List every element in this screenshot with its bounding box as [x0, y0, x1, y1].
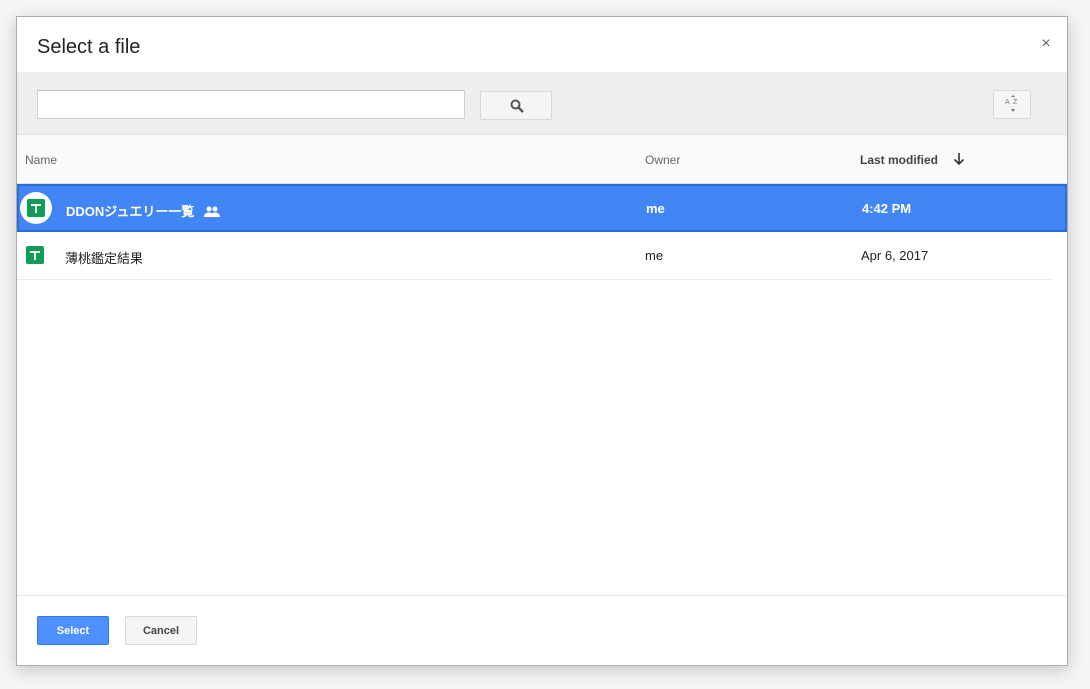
close-icon[interactable]: ×: [1037, 34, 1055, 54]
file-last-modified: Apr 6, 2017: [861, 248, 929, 263]
file-list: DDONジュエリー一覧 me 4:42 PM 薄桃鑑定結果 me Apr 6, …: [17, 184, 1067, 280]
dialog-title: Select a file: [37, 36, 141, 58]
file-owner: me: [646, 201, 665, 216]
search-input[interactable]: [37, 90, 465, 119]
shared-people-icon: [204, 206, 220, 217]
file-picker-dialog: Select a file × A Z Name Owner Last modi…: [16, 16, 1068, 666]
search-toolbar: A Z: [17, 72, 1067, 135]
column-header-name[interactable]: Name: [25, 153, 57, 167]
arrow-down-icon[interactable]: [952, 151, 966, 167]
search-icon: [510, 99, 524, 113]
file-last-modified: 4:42 PM: [862, 201, 912, 216]
sheets-icon: [26, 246, 44, 264]
sort-az-icon: A Z: [1005, 95, 1018, 112]
file-name-text: DDONジュエリー一覧: [66, 204, 195, 219]
table-header: Name Owner Last modified: [17, 135, 1067, 184]
file-owner: me: [645, 248, 664, 263]
file-name: 薄桃鑑定結果: [65, 248, 143, 267]
svg-text:A: A: [1005, 99, 1010, 106]
file-name-text: 薄桃鑑定結果: [65, 251, 144, 266]
column-header-owner[interactable]: Owner: [645, 153, 680, 167]
cancel-button[interactable]: Cancel: [125, 616, 197, 645]
table-row[interactable]: 薄桃鑑定結果 me Apr 6, 2017: [17, 232, 1053, 280]
table-row[interactable]: DDONジュエリー一覧 me 4:42 PM: [17, 184, 1067, 232]
dialog-footer: Select Cancel: [17, 595, 1067, 665]
file-name: DDONジュエリー一覧: [66, 201, 220, 220]
file-icon-container: [19, 239, 51, 271]
sort-az-button[interactable]: A Z: [993, 90, 1031, 119]
select-button[interactable]: Select: [37, 616, 109, 645]
file-icon-container: [20, 192, 52, 224]
search-button[interactable]: [480, 91, 552, 120]
column-header-last-modified[interactable]: Last modified: [860, 153, 938, 167]
svg-text:Z: Z: [1013, 99, 1018, 106]
sheets-icon: [27, 199, 45, 217]
dialog-titlebar: Select a file ×: [17, 17, 1067, 72]
